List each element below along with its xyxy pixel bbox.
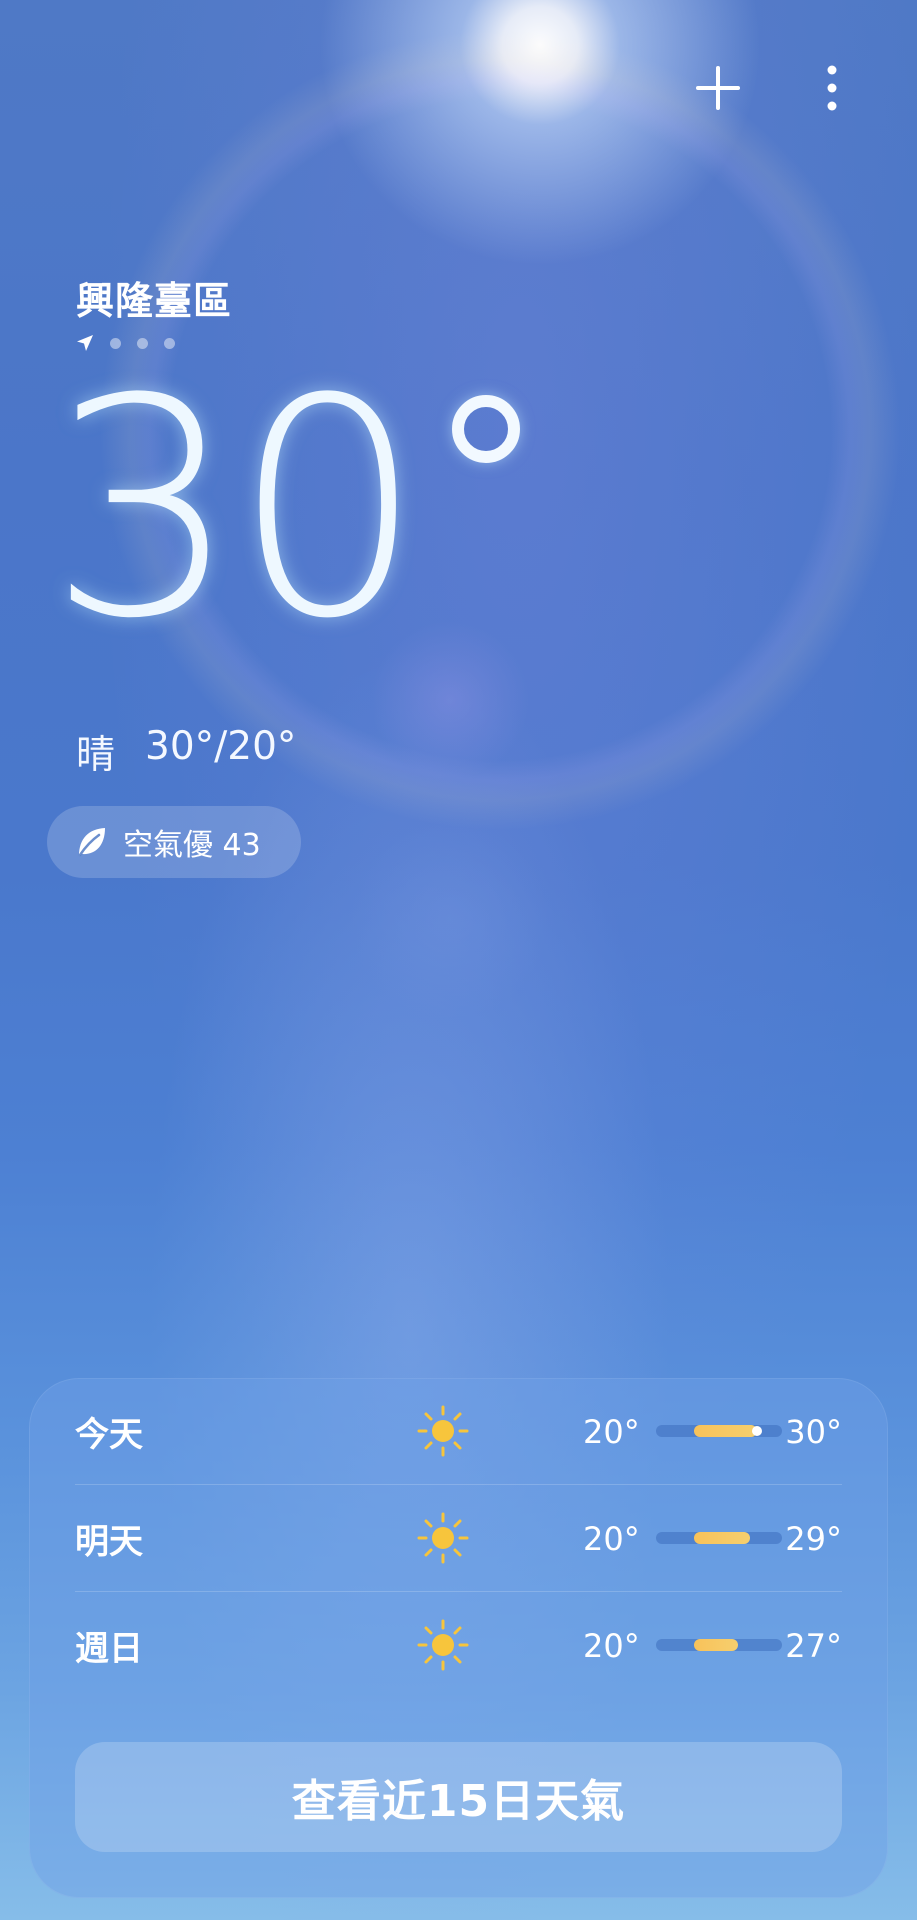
location-name[interactable]: 興隆臺區 [76, 270, 232, 325]
temperature-range-fill [693, 1639, 738, 1651]
view-15-day-forecast-button[interactable]: 查看近15日天氣 [75, 1742, 842, 1852]
current-temp-marker [751, 1426, 762, 1436]
sun-icon [417, 1405, 469, 1457]
forecast-row[interactable]: 週日 20° 27° [75, 1592, 842, 1699]
temperature-range-bar [656, 1425, 782, 1437]
sun-icon [417, 1619, 469, 1671]
forecast-day-label: 週日 [75, 1629, 143, 1669]
forecast-low: 20° [583, 1412, 640, 1451]
air-quality-badge[interactable]: 空氣優 43 [47, 806, 301, 878]
sun-icon [417, 1512, 469, 1564]
leaf-icon [78, 828, 105, 857]
forecast-row[interactable]: 明天 20° 29° [75, 1485, 842, 1592]
plus-icon [696, 66, 740, 110]
forecast-high: 30° [785, 1412, 842, 1451]
forecast-high: 27° [785, 1626, 842, 1665]
forecast-row[interactable]: 今天 20° 30° [75, 1378, 842, 1485]
current-temperature: 30 [48, 335, 424, 684]
add-city-button[interactable] [690, 60, 746, 116]
forecast-day-label: 明天 [75, 1522, 143, 1562]
aqi-label: 空氣優 43 [123, 828, 261, 863]
temperature-range-bar [656, 1639, 782, 1651]
lens-flare [350, 820, 550, 1020]
forecast-low: 20° [583, 1519, 640, 1558]
condition-line: 晴 30°/20° [76, 724, 296, 780]
forecast-low: 20° [583, 1626, 640, 1665]
forecast-card: 今天 20° 30° 明天 20° 29° 週日 20° 27° 查看近15日天… [29, 1378, 888, 1898]
temperature-range-bar [656, 1532, 782, 1544]
temperature-range-fill [693, 1425, 757, 1437]
degree-symbol [452, 395, 520, 463]
high-low-text: 30°/20° [145, 724, 297, 769]
temperature-range-fill [693, 1532, 751, 1544]
more-options-button[interactable] [804, 60, 860, 116]
forecast-high: 29° [785, 1519, 842, 1558]
forecast-day-label: 今天 [75, 1415, 143, 1455]
more-vertical-icon [827, 65, 837, 111]
condition-text: 晴 [76, 733, 116, 778]
